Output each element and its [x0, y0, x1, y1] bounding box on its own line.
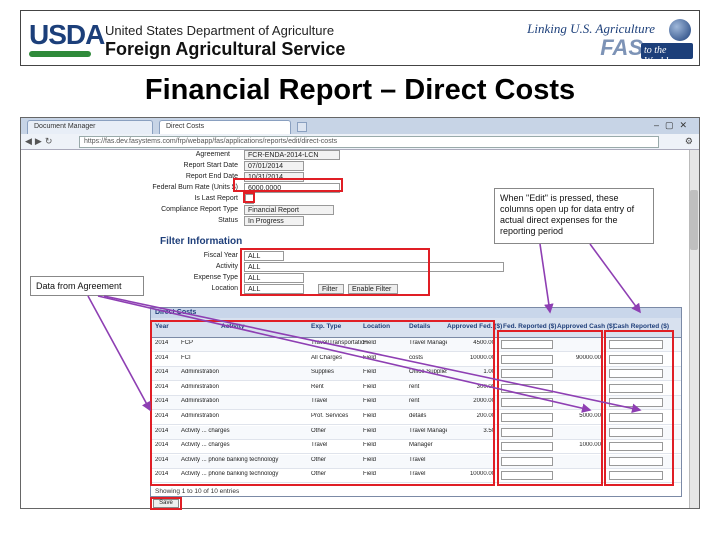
agency-name: Foreign Agricultural Service [105, 39, 346, 59]
url-field[interactable]: https://fas.dev.fasystems.com/frp/webapp… [79, 136, 659, 148]
field-label: Federal Burn Rate (Units $) [152, 184, 238, 191]
field-label: Report End Date [185, 173, 238, 180]
table-title: Direct Costs [151, 308, 681, 318]
status-select[interactable]: In Progress [244, 216, 304, 226]
agency-department: United States Department of Agriculture [105, 23, 335, 38]
compliance-report-type-select[interactable]: Financial Report [244, 205, 334, 215]
filter-row-location: Location [150, 284, 240, 294]
burn-rate-highlight [233, 178, 343, 192]
field-label: Expense Type [193, 274, 238, 281]
filter-section-title: Filter Information [160, 236, 243, 247]
form-row-start-date: Report Start Date [150, 161, 240, 171]
field-label: Fiscal Year [203, 252, 238, 259]
scrollbar[interactable] [689, 150, 699, 508]
globe-icon [669, 19, 691, 41]
table-footer: Showing 1 to 10 of 10 entries [155, 488, 240, 495]
report-start-date-field: 07/01/2014 [244, 161, 304, 171]
tab-direct-costs[interactable]: Direct Costs [159, 120, 291, 134]
agreement-field: FCR-ENDA-2014-LCN [244, 150, 340, 160]
cash-reported-highlight [604, 330, 674, 486]
header-cash-reported[interactable]: Cash Reported ($) [613, 323, 669, 330]
field-label: Agreement [195, 151, 230, 158]
save-highlight [150, 497, 182, 510]
header-approved-cash[interactable]: Approved Cash ($) [557, 323, 615, 330]
agreement-data-highlight [150, 320, 495, 486]
fas-world-tag: to the World [641, 43, 693, 67]
fas-banner: USDA United States Department of Agricul… [20, 10, 700, 67]
filter-row-year: Fiscal Year [150, 251, 240, 261]
scroll-thumb[interactable] [690, 190, 698, 250]
field-label: Status [218, 217, 238, 224]
form-row-report-type: Compliance Report Type [150, 205, 240, 215]
new-tab-button[interactable] [297, 122, 307, 132]
window-controls-icon[interactable]: –▢✕ [654, 120, 693, 131]
edit-columns-callout: When "Edit" is pressed, these columns op… [494, 188, 654, 244]
slide-title: Financial Report – Direct Costs [144, 74, 576, 106]
usda-swoosh-icon [29, 51, 91, 57]
field-label: Report Start Date [183, 162, 238, 169]
field-label: Location [211, 285, 238, 292]
agreement-data-callout: Data from Agreement [30, 276, 144, 296]
nav-arrows-icon[interactable]: ◀▶↻ [25, 136, 55, 147]
form-row-status: Status [150, 216, 240, 226]
last-report-highlight [243, 192, 255, 203]
form-row-end-date: Report End Date [150, 172, 240, 182]
filter-row-activity: Activity [150, 262, 240, 272]
filter-row-expense: Expense Type [150, 273, 240, 283]
field-label: Is Last Report [194, 195, 238, 202]
filter-highlight [240, 248, 430, 296]
address-bar: ◀▶↻ https://fas.dev.fasystems.com/frp/we… [21, 134, 699, 150]
field-label: Activity [215, 263, 238, 270]
tab-document-manager[interactable]: Document Manager [27, 120, 153, 134]
usda-logo: USDA [29, 19, 105, 50]
form-row-last-report: Is Last Report [150, 194, 240, 204]
header-fed-reported[interactable]: Fed. Reported ($) [503, 323, 556, 330]
tab-bar: Document Manager Direct Costs –▢✕ [21, 118, 699, 134]
field-label: Compliance Report Type [161, 206, 238, 213]
fed-reported-highlight [497, 330, 603, 486]
wrench-icon[interactable]: ⚙ [685, 136, 693, 147]
form-row-burn-rate: Federal Burn Rate (Units $) [150, 183, 240, 193]
fas-logo: FAS [600, 35, 643, 60]
